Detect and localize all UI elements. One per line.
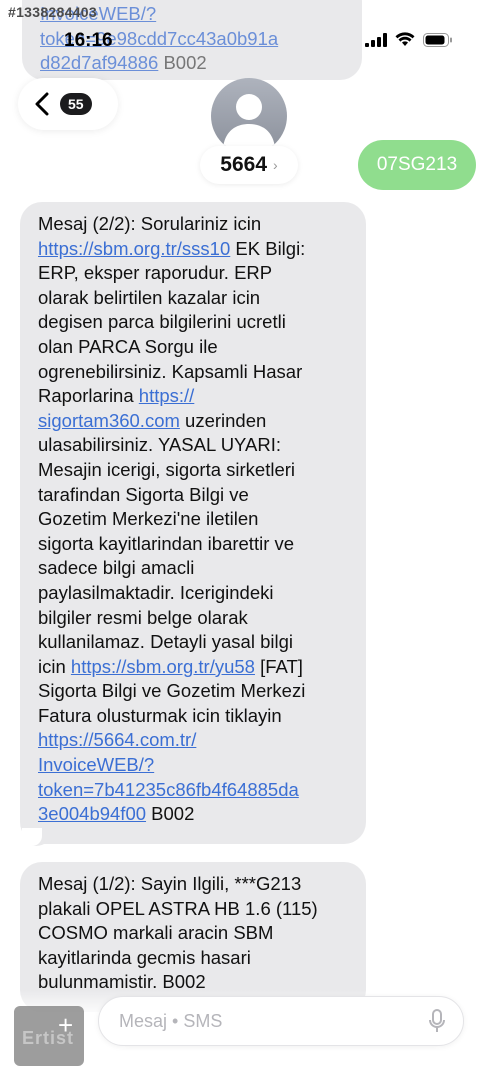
chevron-right-icon: › — [273, 157, 278, 173]
message-line: paylasilmaktadir. Icerigindeki — [38, 581, 350, 606]
message-input-placeholder: Mesaj • SMS — [119, 1010, 223, 1031]
status-icons — [365, 32, 453, 47]
message-text: Mesaj (2/2): Sorulariniz icin — [38, 213, 262, 234]
message-line: Fatura olusturmak icin tiklayin — [38, 704, 350, 729]
message-line: InvoiceWEB/? — [38, 753, 350, 778]
message-text: icin — [38, 655, 71, 677]
person-icon — [223, 94, 275, 148]
message-line: ulasabilirsiniz. YASAL UYARI: — [38, 433, 350, 458]
message-link[interactable]: https:// — [139, 385, 195, 406]
message-text: uzerinden — [179, 409, 267, 431]
microphone-icon[interactable] — [429, 1009, 445, 1035]
message-line: Gozetim Merkezi'ne iletilen — [38, 507, 350, 532]
message-input[interactable]: Mesaj • SMS — [98, 996, 464, 1046]
contact-name: 5664 — [220, 153, 268, 176]
message-line: Mesajin icerigi, sigorta sirketleri — [38, 458, 350, 483]
message-text: Gozetim Merkezi'ne iletilen — [38, 508, 259, 530]
message-text: EK Bilgi: — [230, 237, 306, 259]
message-line: sadece bilgi amacli — [38, 556, 350, 581]
bubble-tail — [22, 828, 52, 846]
message-link[interactable]: https://sbm.org.tr/sss10 — [38, 238, 230, 259]
message-text: kayitlarinda gecmis hasari — [38, 946, 251, 968]
message-text: [FAT] — [254, 655, 303, 677]
status-time: 16:16 — [64, 30, 113, 51]
outgoing-message-bubble[interactable]: 07SG213 — [358, 140, 476, 190]
message-text: Mesaj (1/2): Sayin Ilgili, ***G213 — [38, 873, 302, 894]
message-line: token=7b41235c86fb4f64885da — [38, 778, 350, 803]
message-line: https://5664.com.tr/ — [38, 728, 350, 753]
contact-avatar[interactable] — [211, 78, 287, 154]
message-line: bilgiler resmi belge olarak — [38, 606, 350, 631]
message-text: sigorta kayitlarindan ibarettir ve — [38, 532, 295, 554]
message-text: Mesajin icerigi, sigorta sirketleri — [38, 458, 296, 480]
wifi-icon — [395, 32, 415, 46]
message-link[interactable]: token=7b41235c86fb4f64885da — [38, 779, 299, 800]
incoming-message-bubble[interactable]: Mesaj (2/2): Sorulariniz icin https://sbm… — [20, 202, 366, 846]
message-line: Raporlarina https:// — [38, 384, 350, 409]
message-line: icin https://sbm.org.tr/yu58 [FAT] — [38, 655, 350, 680]
message-line: Sigorta Bilgi ve Gozetim Merkezi — [38, 679, 350, 704]
message-link[interactable]: https://sbm.org.tr/yu58 — [71, 656, 255, 677]
message-text: olarak belirtilen kazalar icin — [38, 286, 261, 308]
battery-icon — [423, 32, 452, 47]
message-text: Sigorta Bilgi ve Gozetim Merkezi — [38, 680, 306, 702]
add-attachment-button[interactable]: + Ertist — [14, 1006, 84, 1066]
contact-name-button[interactable]: 5664 › — [200, 146, 298, 184]
message-link[interactable]: https://5664.com.tr/ — [38, 729, 196, 750]
message-line: COSMO markali aracin SBM — [38, 921, 350, 946]
message-link[interactable]: InvoiceWEB/? — [38, 754, 154, 775]
message-line: https://sbm.org.tr/sss10 EK Bilgi: — [38, 237, 350, 262]
message-text: paylasilmaktadir. Icerigindeki — [38, 581, 274, 603]
message-line: 3e004b94f00 B002 — [38, 802, 350, 827]
message-line: plakali OPEL ASTRA HB 1.6 (115) — [38, 897, 350, 922]
message-text: kullanilamaz. Detayli yasal bilgi — [38, 631, 293, 653]
message-text: B002 — [146, 803, 195, 825]
watermark-brand: Ertist — [22, 1028, 75, 1048]
signal-icon — [365, 32, 387, 47]
message-line: Mesaj (2/2): Sorulariniz icin — [38, 212, 350, 237]
message-line: ogrenebilirsiniz. Kapsamli Hasar — [38, 360, 350, 385]
message-line: olan PARCA Sorgu ile — [38, 335, 350, 360]
message-text: ERP, eksper raporudur. ERP — [38, 262, 273, 284]
watermark-id: #1338284403 — [8, 4, 97, 20]
message-line: tarafindan Sigorta Bilgi ve — [38, 483, 350, 508]
message-link[interactable]: 3e004b94f00 — [38, 803, 146, 824]
message-text: sadece bilgi amacli — [38, 557, 195, 579]
message-text: plakali OPEL ASTRA HB 1.6 (115) — [38, 897, 318, 919]
message-line: kayitlarinda gecmis hasari — [38, 946, 350, 971]
message-text: bilgiler resmi belge olarak — [38, 606, 248, 628]
message-text: degisen parca bilgilerini ucretli — [38, 311, 286, 333]
message-line: sigortam360.com uzerinden — [38, 409, 350, 434]
message-text: Fatura olusturmak icin tiklayin — [38, 704, 282, 726]
back-button[interactable]: 55 — [18, 78, 118, 130]
message-line: kullanilamaz. Detayli yasal bilgi — [38, 630, 350, 655]
unread-count-badge: 55 — [60, 93, 92, 115]
chevron-left-icon — [35, 92, 49, 116]
message-line: sigorta kayitlarindan ibarettir ve — [38, 532, 350, 557]
outgoing-message-text: 07SG213 — [376, 154, 458, 175]
message-line: degisen parca bilgilerini ucretli — [38, 310, 350, 335]
message-text: COSMO markali aracin SBM — [38, 922, 274, 944]
message-link[interactable]: d82d7af94886 — [40, 52, 158, 73]
message-link[interactable]: sigortam360.com — [38, 410, 180, 431]
message-line: ERP, eksper raporudur. ERP — [38, 261, 350, 286]
message-text: Raporlarina — [38, 385, 139, 407]
message-text: tarafindan Sigorta Bilgi ve — [38, 483, 249, 505]
message-text: ulasabilirsiniz. YASAL UYARI: — [38, 434, 281, 456]
message-text: ogrenebilirsiniz. Kapsamli Hasar — [38, 360, 303, 382]
message-line: olarak belirtilen kazalar icin — [38, 286, 350, 311]
message-text: B002 — [158, 52, 207, 74]
message-line: Mesaj (1/2): Sayin Ilgili, ***G213 — [38, 872, 350, 897]
message-text: olan PARCA Sorgu ile — [38, 335, 218, 357]
